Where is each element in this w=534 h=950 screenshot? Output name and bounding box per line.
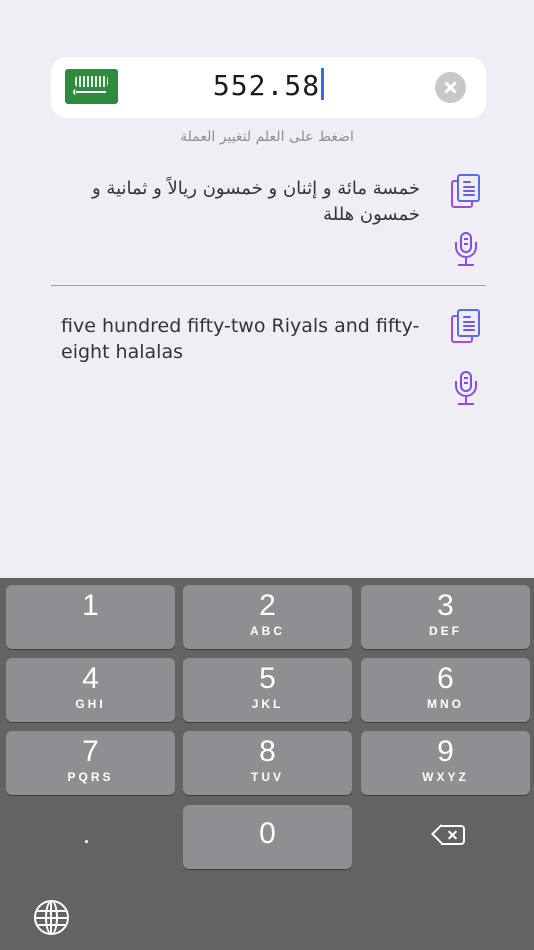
key-decimal[interactable]: . xyxy=(2,805,171,869)
microphone-arabic-icon[interactable] xyxy=(447,230,487,270)
amount-value: 552.58 xyxy=(212,69,321,102)
key-letters: TUV xyxy=(251,770,284,784)
app-screen: 552.58 اضغط على العلم لتغيير العملة خمسة… xyxy=(0,0,534,578)
key-7[interactable]: 7 PQRS xyxy=(6,731,175,795)
key-letters: WXYZ xyxy=(422,770,469,784)
key-9[interactable]: 9 WXYZ xyxy=(361,731,530,795)
mic-base xyxy=(458,264,474,266)
text-caret xyxy=(321,68,325,100)
page-front xyxy=(457,174,480,202)
key-0[interactable]: 0 xyxy=(183,805,352,869)
key-1[interactable]: 1 xyxy=(6,585,175,649)
copy-arabic-icon[interactable] xyxy=(448,172,488,212)
key-digit: 9 xyxy=(437,735,454,768)
mic-cup xyxy=(455,381,477,397)
key-letters: DEF xyxy=(429,624,462,638)
key-digit: 5 xyxy=(259,662,276,695)
english-result-text: five hundred fifty-two Riyals and fifty-… xyxy=(61,315,420,363)
key-8[interactable]: 8 TUV xyxy=(183,731,352,795)
backspace-icon[interactable] xyxy=(431,824,465,845)
key-digit: 4 xyxy=(82,662,99,695)
key-digit: 0 xyxy=(259,817,276,850)
amount-input-bar[interactable]: 552.58 xyxy=(51,57,486,118)
currency-hint: اضغط على العلم لتغيير العملة xyxy=(180,129,354,145)
page-front xyxy=(457,309,480,337)
clear-button[interactable] xyxy=(435,72,466,103)
key-digit: 6 xyxy=(437,662,454,695)
arabic-result-text: خمسة مائة و إثنان و خمسون ريالاً و ثماني… xyxy=(92,178,420,225)
key-digit: 2 xyxy=(259,589,276,622)
mic-cup xyxy=(455,242,477,258)
key-digit: 3 xyxy=(437,589,454,622)
mic-base xyxy=(458,403,474,405)
key-digit: 8 xyxy=(259,735,276,768)
key-digit: 1 xyxy=(82,589,99,622)
globe-equator xyxy=(36,917,67,919)
key-letters: JKL xyxy=(251,697,284,711)
globe-latitude xyxy=(36,924,67,926)
key-2[interactable]: 2 ABC xyxy=(183,585,352,649)
globe-latitude xyxy=(36,910,67,912)
key-5[interactable]: 5 JKL xyxy=(183,658,352,722)
key-letters: PQRS xyxy=(67,770,114,784)
key-3[interactable]: 3 DEF xyxy=(361,585,530,649)
key-6[interactable]: 6 MNO xyxy=(361,658,530,722)
key-4[interactable]: 4 GHI xyxy=(6,658,175,722)
globe-icon[interactable] xyxy=(34,900,69,935)
key-letters: ABC xyxy=(250,624,285,638)
amount-field[interactable]: 552.58 xyxy=(51,68,486,102)
key-letters: MNO xyxy=(427,697,464,711)
key-digit: . xyxy=(82,819,91,849)
divider xyxy=(51,285,486,286)
key-digit: 7 xyxy=(82,735,99,768)
microphone-english-icon[interactable] xyxy=(447,369,487,409)
key-letters: GHI xyxy=(75,697,106,711)
copy-english-icon[interactable] xyxy=(448,307,488,347)
